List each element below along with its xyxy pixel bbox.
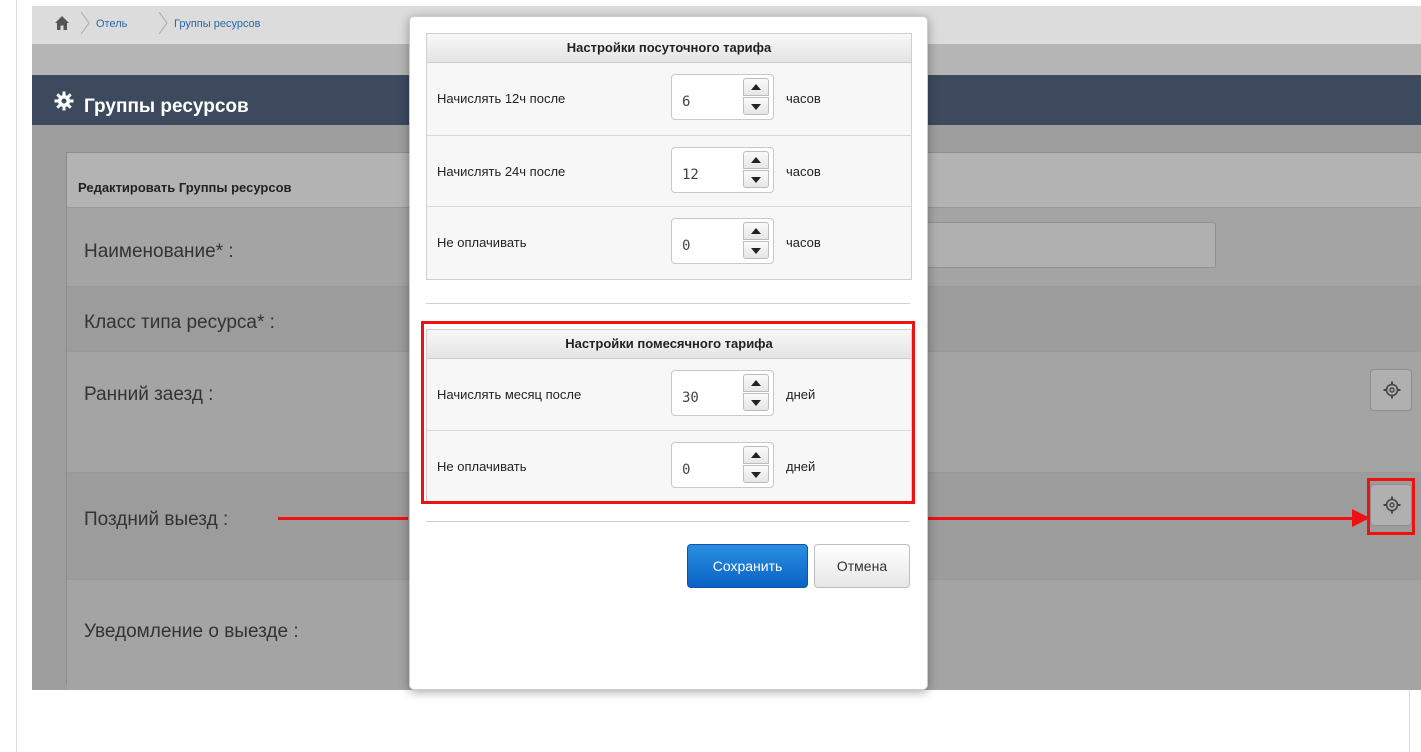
field-label-early-checkin: Ранний заезд : [84, 384, 214, 405]
stepper-value[interactable]: 6 [682, 94, 690, 110]
daily-row-label: Начислять 24ч после [437, 164, 566, 179]
stepper-up-button[interactable] [743, 78, 769, 96]
caret-down-icon [751, 177, 761, 183]
gear-icon [1383, 381, 1401, 399]
daily-tariff-title: Настройки посуточного тарифа [427, 34, 911, 63]
annotation-highlight-gear [1367, 478, 1415, 535]
daily-row-label: Не оплачивать [437, 235, 527, 250]
early-checkin-settings-button[interactable] [1370, 369, 1412, 411]
left-border-line [16, 0, 17, 752]
daily-row-label: Начислять 12ч после [437, 91, 566, 106]
stepper-buttons [743, 151, 769, 189]
annotation-line-right [926, 517, 1354, 520]
caret-down-icon [751, 104, 761, 110]
home-icon[interactable] [54, 15, 70, 31]
stepper-buttons [743, 78, 769, 116]
field-label-checkout-notice: Уведомление о выезде : [84, 621, 299, 642]
stepper-value[interactable]: 12 [682, 167, 699, 183]
page-frame: Отель Группы ресурсов Группы ресурсов Ре… [0, 0, 1421, 752]
save-button[interactable]: Сохранить [687, 544, 808, 588]
tariff-settings-modal: Настройки посуточного тарифа Начислять 1… [409, 16, 928, 690]
unit-label: часов [786, 164, 821, 179]
daily-row: Начислять 24ч после 12 часов [427, 136, 911, 207]
stepper-down-button[interactable] [743, 241, 769, 259]
caret-down-icon [751, 248, 761, 254]
no-charge-stepper[interactable]: 0 [671, 218, 774, 264]
divider [426, 303, 910, 304]
charge-12h-after-stepper[interactable]: 6 [671, 74, 774, 120]
field-label-late-checkout: Поздний выезд : [84, 509, 229, 530]
caret-up-icon [751, 157, 761, 163]
unit-label: часов [786, 91, 821, 106]
annotation-highlight-monthly [421, 321, 915, 504]
stepper-up-button[interactable] [743, 222, 769, 240]
stepper-buttons [743, 222, 769, 260]
name-input[interactable] [912, 222, 1216, 268]
caret-up-icon [751, 228, 761, 234]
stepper-up-button[interactable] [743, 151, 769, 169]
breadcrumb-separator-icon [158, 12, 168, 34]
page-title: Группы ресурсов [84, 96, 249, 117]
field-label-resource-class: Класс типа ресурса* : [84, 312, 275, 333]
breadcrumb-item-hotel[interactable]: Отель [96, 18, 127, 30]
daily-row: Начислять 12ч после 6 часов [427, 63, 911, 136]
stepper-down-button[interactable] [743, 97, 769, 115]
charge-24h-after-stepper[interactable]: 12 [671, 147, 774, 193]
stepper-value[interactable]: 0 [682, 238, 690, 254]
form-heading: Редактировать Группы ресурсов [78, 180, 292, 195]
breadcrumb-separator-icon [80, 12, 90, 34]
gear-icon [54, 91, 74, 111]
right-border-line [1409, 690, 1410, 752]
breadcrumb-item-resource-groups[interactable]: Группы ресурсов [174, 18, 261, 30]
divider [426, 521, 910, 522]
caret-up-icon [751, 84, 761, 90]
unit-label: часов [786, 235, 821, 250]
daily-row: Не оплачивать 0 часов [427, 207, 911, 279]
daily-tariff-section: Настройки посуточного тарифа Начислять 1… [426, 33, 912, 280]
cancel-button[interactable]: Отмена [814, 544, 910, 588]
annotation-line-left [278, 517, 408, 520]
field-label-name: Наименование* : [84, 241, 234, 262]
stepper-down-button[interactable] [743, 170, 769, 188]
